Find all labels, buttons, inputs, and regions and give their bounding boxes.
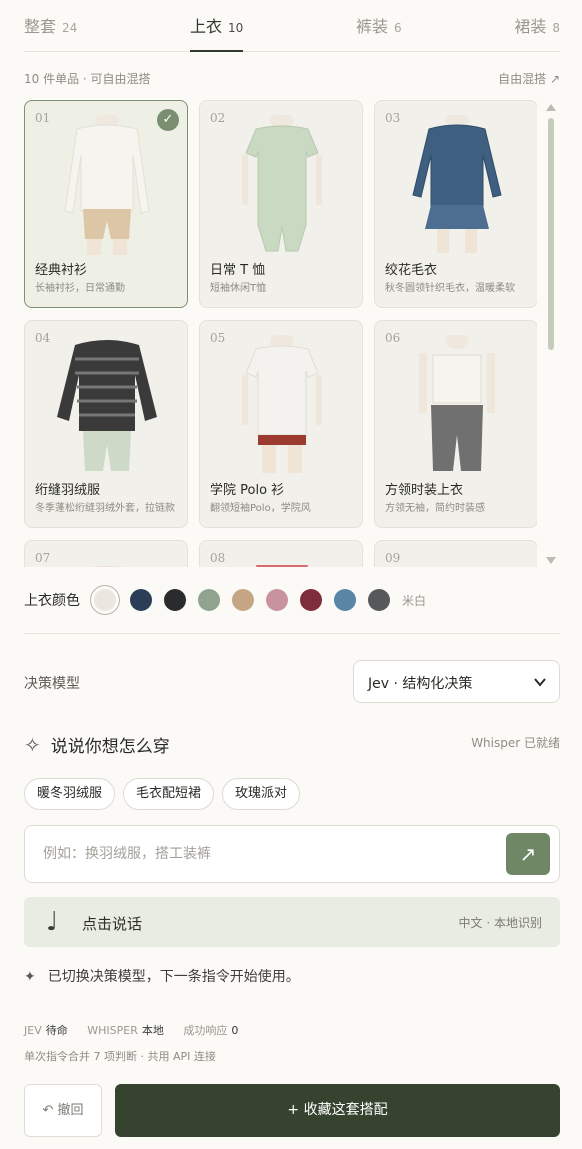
sparkle-icon: ✧: [24, 732, 41, 757]
grid-scrollbar[interactable]: [546, 104, 556, 564]
color-swatch[interactable]: [130, 589, 152, 611]
scroll-down-icon[interactable]: [546, 557, 556, 564]
suggestion-chip[interactable]: 毛衣配短裙: [123, 778, 215, 810]
item-description: 秋冬圆领针织毛衣，温暖柔软: [385, 283, 515, 294]
voice-heading-text: 说说你想怎么穿: [50, 737, 170, 757]
color-swatch[interactable]: [300, 589, 322, 611]
whisper-status: Whisper 已就绪: [471, 736, 560, 750]
notice-text: 已切换决策模型，下一条指令开始使用。: [47, 969, 300, 985]
item-card-09[interactable]: 09: [374, 540, 537, 567]
mannequin-image: [92, 566, 122, 567]
tab-count: 24: [62, 21, 78, 35]
mannequin-image: [442, 566, 472, 567]
divider: [24, 633, 560, 634]
suggestion-chip[interactable]: 玫瑰派对: [222, 778, 301, 810]
scrollbar-thumb[interactable]: [548, 118, 554, 350]
item-card-02[interactable]: 02 日常 T 恤 短袖休闲T恤: [199, 100, 363, 308]
item-count-summary: 10 件单品 · 可自由混搭: [24, 72, 151, 86]
color-swatch[interactable]: [164, 589, 186, 611]
item-name: 方领时装上衣: [385, 483, 464, 498]
mannequin-image: [419, 335, 495, 471]
free-mix-link[interactable]: 自由混搭 ↗: [498, 70, 560, 87]
instruction-input[interactable]: [43, 826, 493, 882]
chevron-down-icon: [534, 678, 546, 687]
item-description: 方领无袖，简约时装感: [385, 503, 485, 514]
color-swatch[interactable]: [266, 589, 288, 611]
item-card-04[interactable]: 04 绗缝羽绒服 冬季蓬松绗缝羽绒外套，拉链款: [24, 320, 188, 528]
item-description: 翻领短袖Polo，学院风: [210, 503, 311, 514]
item-name: 经典衬衫: [35, 263, 88, 278]
whisper-label: WHISPER: [87, 1024, 138, 1037]
tab-count: 6: [393, 21, 402, 35]
jev-value: 待命: [45, 1024, 68, 1037]
status-bar: JEV 待命 WHISPER 本地 成功响应 0: [24, 1022, 254, 1038]
tab-label: 上衣: [189, 17, 222, 36]
whisper-value: 本地: [141, 1024, 164, 1037]
talk-hint: 中文 · 本地识别: [458, 916, 542, 930]
mannequin-image: [412, 115, 502, 253]
item-description: 长袖衬衫，日常通勤: [35, 283, 125, 294]
item-description: 短袖休闲T恤: [210, 283, 267, 294]
item-name: 日常 T 恤: [210, 263, 266, 278]
scroll-up-icon[interactable]: [546, 104, 556, 111]
arrow-up-right-icon: ↗: [519, 842, 537, 866]
item-card-08[interactable]: 08: [199, 540, 363, 567]
mannequin-image: [256, 565, 308, 567]
tab-label: 整套: [24, 17, 57, 36]
item-name: 学院 Polo 衫: [210, 483, 285, 498]
voice-heading: ✧ 说说你想怎么穿: [24, 732, 170, 758]
success-value: 0: [231, 1024, 239, 1037]
category-tabs: 整套 24 上衣 10 裤装 6 裙装 8: [24, 0, 560, 52]
mannequin-image: [57, 340, 157, 471]
color-swatch[interactable]: [232, 589, 254, 611]
star-icon: ✦: [24, 969, 36, 985]
color-picker: 上衣颜色 米白: [24, 585, 426, 615]
model-select[interactable]: Jev · 结构化决策: [353, 660, 560, 703]
tab-skirts[interactable]: 裙装 8: [514, 0, 560, 51]
send-button[interactable]: ↗: [506, 833, 550, 875]
item-description: 冬季蓬松绗缝羽绒外套，拉链款: [35, 503, 175, 514]
color-swatch[interactable]: [90, 585, 120, 615]
color-swatch[interactable]: [198, 589, 220, 611]
suggestion-chip[interactable]: 暖冬羽绒服: [24, 778, 116, 810]
item-card-01[interactable]: 01 ✓ 经典衬衫 长袖衬衫，日常通勤: [24, 100, 188, 308]
selected-color-name: 米白: [402, 593, 427, 608]
tab-tops[interactable]: 上衣 10: [189, 0, 244, 52]
model-label: 决策模型: [24, 676, 80, 692]
color-swatch[interactable]: [368, 589, 390, 611]
tab-label: 裙装: [514, 17, 547, 36]
item-card-05[interactable]: 05 学院 Polo 衫 翻领短袖Polo，学院风: [199, 320, 363, 528]
jev-label: JEV: [24, 1024, 42, 1037]
item-grid: 01 ✓ 经典衬衫 长袖衬衫，日常通勤 02 日常 T 恤 短袖休闲T恤 03 …: [24, 100, 537, 567]
color-picker-label: 上衣颜色: [24, 593, 80, 609]
mannequin-image: [242, 115, 322, 252]
undo-button[interactable]: ↶ 撤回: [24, 1084, 102, 1137]
mannequin-image: [64, 115, 150, 255]
item-name: 绗缝羽绒服: [35, 483, 101, 498]
status-note: 单次指令合并 7 项判断 · 共用 API 连接: [24, 1050, 216, 1063]
success-label: 成功响应: [183, 1024, 228, 1037]
push-to-talk-button[interactable]: ♩ 点击说话 中文 · 本地识别: [24, 897, 560, 947]
color-swatch[interactable]: [334, 589, 356, 611]
model-selected-value: Jev · 结构化决策: [368, 676, 473, 692]
music-note-icon: ♩: [46, 907, 59, 937]
suggestion-chips: 暖冬羽绒服 毛衣配短裙 玫瑰派对: [24, 778, 308, 810]
tab-count: 8: [552, 21, 560, 35]
save-outfit-button[interactable]: + 收藏这套搭配: [115, 1084, 560, 1137]
tab-full-outfit[interactable]: 整套 24: [24, 0, 77, 51]
mannequin-image: [242, 335, 322, 473]
instruction-input-box: ↗: [24, 825, 560, 883]
tab-pants[interactable]: 裤装 6: [356, 0, 402, 51]
item-name: 绞花毛衣: [385, 263, 438, 278]
item-card-06[interactable]: 06 方领时装上衣 方领无袖，简约时装感: [374, 320, 537, 528]
item-card-03[interactable]: 03 绞花毛衣 秋冬圆领针织毛衣，温暖柔软: [374, 100, 537, 308]
talk-label: 点击说话: [82, 915, 143, 933]
status-notice: ✦ 已切换决策模型，下一条指令开始使用。: [24, 966, 300, 986]
tab-count: 10: [228, 21, 244, 35]
item-card-07[interactable]: 07: [24, 540, 188, 567]
tab-label: 裤装: [355, 17, 388, 36]
list-header: 10 件单品 · 可自由混搭 自由混搭 ↗: [24, 70, 560, 87]
